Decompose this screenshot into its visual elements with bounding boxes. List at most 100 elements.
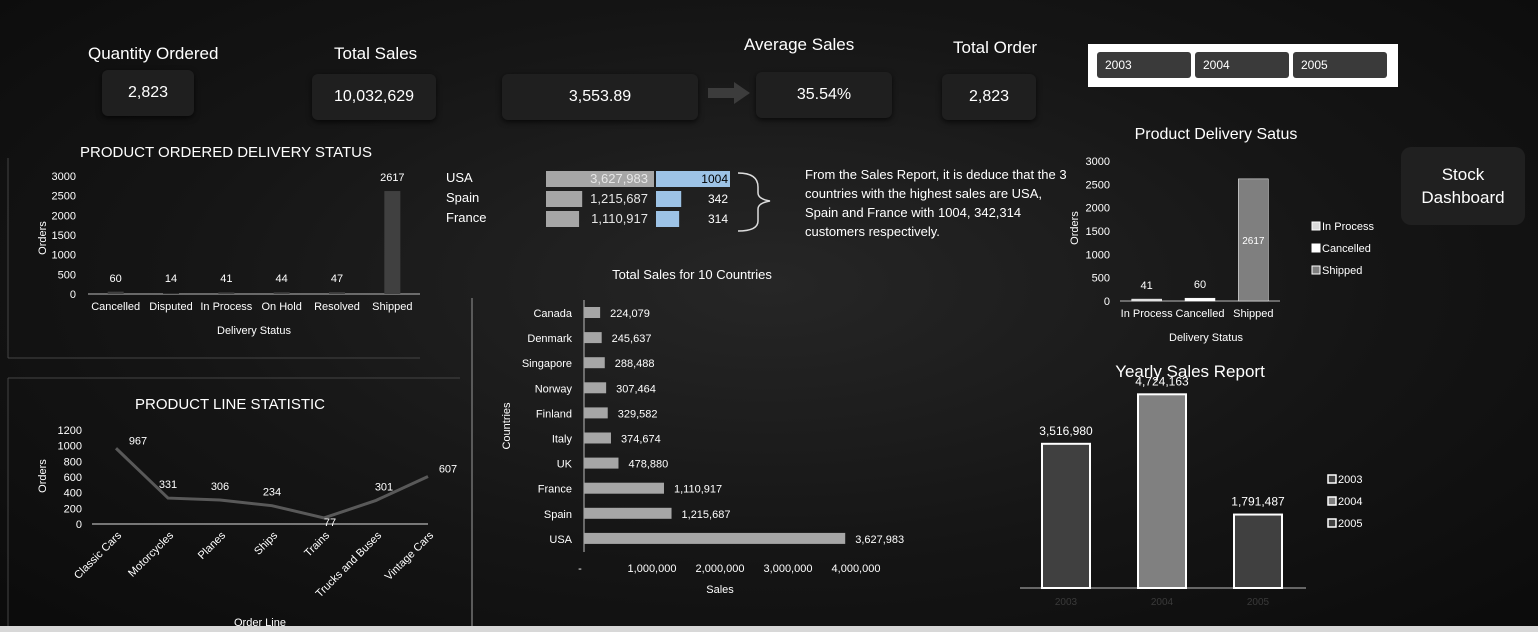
average-sales-label: Average Sales xyxy=(744,35,855,54)
legend-label: 2005 xyxy=(1338,518,1362,530)
y-tick-label: 0 xyxy=(1104,296,1110,308)
sales-bar xyxy=(546,211,580,227)
x-tick-label: 1,000,000 xyxy=(628,563,677,575)
x-axis-label: Delivery Status xyxy=(217,325,291,337)
slicer-2004-button[interactable]: 2004 xyxy=(1195,52,1289,78)
customers-bar xyxy=(656,211,680,227)
x-tick-label: Motorcycles xyxy=(126,529,176,579)
data-label: 245,637 xyxy=(612,333,652,345)
y-tick-label: Singapore xyxy=(522,358,572,370)
data-label: 14 xyxy=(165,273,177,285)
slicer-2003-button[interactable]: 2003 xyxy=(1097,52,1191,78)
data-label: 478,880 xyxy=(628,459,668,471)
bar-norway xyxy=(584,382,607,394)
x-tick-label: - xyxy=(578,563,582,575)
data-label: 329,582 xyxy=(618,408,658,420)
average-sales-value: 3,553.89 xyxy=(568,88,632,105)
x-tick-label: Ships xyxy=(252,529,280,557)
bar-finland xyxy=(584,407,608,419)
data-label: 331 xyxy=(159,479,177,491)
sheet-tab-bar[interactable] xyxy=(0,626,1538,632)
y-tick-label: 2000 xyxy=(1086,203,1110,215)
country-name: France xyxy=(446,210,486,225)
legend-swatch xyxy=(1311,243,1321,253)
total-sales-card: 10,032,629 xyxy=(312,74,436,120)
delivery-status-chart: PRODUCT ORDERED DELIVERY STATUS 3000 2500 2… xyxy=(7,144,420,359)
product-line-chart: PRODUCT LINE STATISTIC 1200 1000 800 600 400 2… xyxy=(7,377,460,628)
x-axis-label: Sales xyxy=(706,584,734,596)
data-label: 374,674 xyxy=(621,434,661,446)
country-name: USA xyxy=(446,170,473,185)
average-sales-card: 3,553.89 xyxy=(502,74,698,120)
x-tick-label: Classic Cars xyxy=(72,529,124,581)
y-axis-label: Orders xyxy=(37,221,49,255)
customers-bar xyxy=(656,191,682,207)
legend-swatch xyxy=(1311,265,1321,275)
data-label: 60 xyxy=(1194,279,1206,291)
bar-2005 xyxy=(1233,513,1283,589)
y-tick-label: 1000 xyxy=(58,441,82,453)
bar-usa xyxy=(584,532,846,544)
data-label: 1,215,687 xyxy=(682,509,731,521)
average-pct-card: 35.54% xyxy=(756,72,892,118)
customers-value: 1004 xyxy=(701,172,728,186)
y-tick-label: Canada xyxy=(533,308,572,320)
bar-canada xyxy=(584,307,601,318)
bar-on-hold xyxy=(273,292,290,294)
y-tick-label: Norway xyxy=(535,383,573,395)
x-tick-label: Vintage Cars xyxy=(383,529,437,583)
quantity-ordered-value: 2,823 xyxy=(127,84,169,101)
data-label: 607 xyxy=(439,463,457,475)
legend-swatch xyxy=(1327,496,1337,506)
y-tick-label: 1000 xyxy=(52,250,76,262)
total-sales-label: Total Sales xyxy=(334,44,418,63)
data-label: 2617 xyxy=(380,172,404,184)
data-label: 3,516,980 xyxy=(1039,424,1093,438)
average-pct-value: 35.54% xyxy=(796,86,852,103)
y-tick-label: France xyxy=(538,484,572,496)
data-label: 3,627,983 xyxy=(855,534,904,546)
x-tick-label: Disputed xyxy=(149,301,192,313)
bar-resolved xyxy=(329,292,345,294)
top-countries-table: USA 3,627,983 1004 Spain 1,215,687 342 France 1… xyxy=(446,170,771,232)
chart-title: Total Sales for 10 Countries xyxy=(612,267,772,282)
x-tick-label: Planes xyxy=(196,529,229,562)
y-tick-label: 3000 xyxy=(1086,156,1110,168)
x-tick-label: Cancelled xyxy=(1176,308,1225,320)
data-label: 288,488 xyxy=(615,358,655,370)
bar-italy xyxy=(584,432,611,444)
data-label: 1,110,917 xyxy=(674,484,722,496)
bar-singapore xyxy=(584,357,605,369)
y-tick-label: 0 xyxy=(70,289,76,301)
x-tick-label: 2,000,000 xyxy=(696,563,745,575)
total-order-label: Total Order xyxy=(953,38,1038,57)
data-label: 1,791,487 xyxy=(1231,495,1285,509)
x-tick-label: On Hold xyxy=(261,301,301,313)
chart-title: Product Delivery Satus xyxy=(1135,126,1298,143)
y-tick-label: 400 xyxy=(64,488,82,500)
y-tick-label: 200 xyxy=(64,503,82,515)
data-label: 47 xyxy=(331,273,343,285)
y-tick-label: 600 xyxy=(64,472,82,484)
x-tick-label: 4,000,000 xyxy=(832,563,881,575)
customers-value: 342 xyxy=(708,192,728,206)
y-tick-label: 2500 xyxy=(1086,179,1110,191)
sales-bar xyxy=(546,191,583,207)
bar-spain xyxy=(584,507,672,519)
brace-icon xyxy=(737,172,771,232)
y-tick-label: UK xyxy=(557,459,573,471)
stock-dashboard-line2: Dashboard xyxy=(1421,188,1505,207)
x-tick-label: 2004 xyxy=(1151,597,1174,608)
customers-value: 314 xyxy=(708,212,728,226)
data-label: 301 xyxy=(375,481,393,493)
slicer-2005-button[interactable]: 2005 xyxy=(1293,52,1387,78)
country-sales-chart: Total Sales for 10 Countries Canada 224,07… xyxy=(501,267,904,596)
y-axis-label: Countries xyxy=(501,402,513,450)
chart-title: PRODUCT LINE STATISTIC xyxy=(135,396,325,413)
legend-swatch xyxy=(1311,221,1321,231)
legend-label: 2004 xyxy=(1338,496,1362,508)
data-label: 224,079 xyxy=(610,308,650,320)
bar-cancelled xyxy=(1184,297,1216,302)
stock-dashboard-button[interactable]: Stock Dashboard xyxy=(1401,147,1525,225)
y-tick-label: 0 xyxy=(76,519,82,531)
